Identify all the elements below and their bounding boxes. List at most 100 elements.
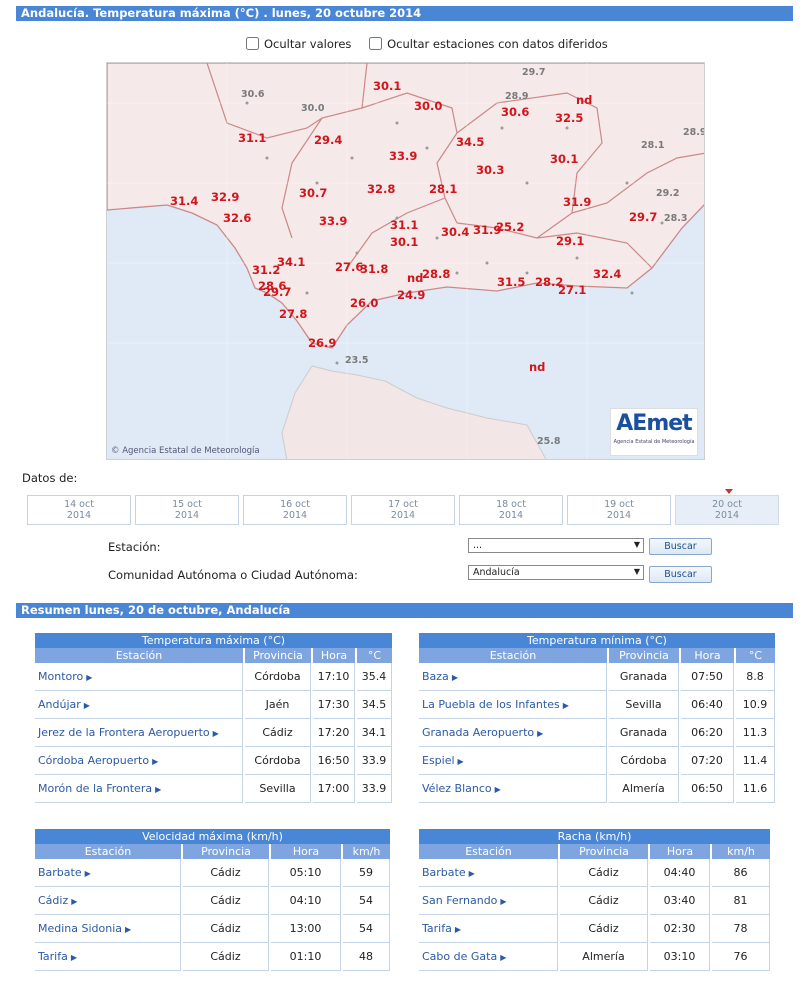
column-header[interactable]: Estación bbox=[35, 648, 243, 663]
station-link[interactable]: Vélez Blanco ▶ bbox=[419, 775, 607, 803]
station-link[interactable]: Barbate ▶ bbox=[419, 859, 558, 887]
map-value-label[interactable]: 25.8 bbox=[537, 436, 560, 447]
column-header[interactable]: Hora bbox=[650, 844, 710, 859]
station-link[interactable]: Espiel ▶ bbox=[419, 747, 607, 775]
map-value-label[interactable]: 29.7 bbox=[522, 67, 545, 78]
map-value-label[interactable]: 28.1 bbox=[641, 140, 664, 151]
hide-deferred-option[interactable]: Ocultar estaciones con datos diferidos bbox=[369, 37, 608, 51]
station-link[interactable]: Baza ▶ bbox=[419, 663, 607, 691]
station-name[interactable]: Cádiz bbox=[38, 894, 68, 907]
map-value-label[interactable]: 32.8 bbox=[367, 182, 395, 196]
date-tab[interactable]: 19 oct 2014 bbox=[567, 495, 671, 525]
station-link[interactable]: Barbate ▶ bbox=[35, 859, 181, 887]
column-header[interactable]: Hora bbox=[271, 844, 341, 859]
map-value-label[interactable]: 29.4 bbox=[314, 133, 342, 147]
station-name[interactable]: Baza bbox=[422, 670, 449, 683]
map-value-label[interactable]: 30.0 bbox=[301, 103, 324, 114]
station-name[interactable]: Barbate bbox=[422, 866, 466, 879]
map-value-label[interactable]: nd bbox=[576, 93, 592, 107]
station-name[interactable]: La Puebla de los Infantes bbox=[422, 698, 560, 711]
column-header[interactable]: Estación bbox=[35, 844, 181, 859]
map-value-label[interactable]: 34.5 bbox=[456, 135, 484, 149]
station-link[interactable]: Tarifa ▶ bbox=[419, 915, 558, 943]
station-select[interactable]: ... ▼ bbox=[468, 538, 644, 553]
map-value-label[interactable]: 31.4 bbox=[170, 194, 198, 208]
map-value-label[interactable]: 31.5 bbox=[497, 275, 525, 289]
column-header[interactable]: °C bbox=[357, 648, 392, 663]
map-value-label[interactable]: 34.1 bbox=[277, 255, 305, 269]
map-value-label[interactable]: nd bbox=[407, 271, 423, 285]
station-link[interactable]: Montoro ▶ bbox=[35, 663, 243, 691]
station-name[interactable]: Córdoba Aeropuerto bbox=[38, 754, 149, 767]
column-header[interactable]: Provincia bbox=[609, 648, 679, 663]
station-link[interactable]: La Puebla de los Infantes ▶ bbox=[419, 691, 607, 719]
hide-values-option[interactable]: Ocultar valores bbox=[246, 37, 351, 51]
hide-values-checkbox[interactable] bbox=[246, 37, 259, 50]
column-header[interactable]: Provincia bbox=[183, 844, 269, 859]
map-value-label[interactable]: 30.1 bbox=[390, 235, 418, 249]
station-link[interactable]: Cádiz ▶ bbox=[35, 887, 181, 915]
map-value-label[interactable]: 23.5 bbox=[345, 355, 368, 366]
map-value-label[interactable]: 32.9 bbox=[211, 190, 239, 204]
station-name[interactable]: Barbate bbox=[38, 866, 82, 879]
column-header[interactable]: km/h bbox=[343, 844, 390, 859]
map-value-label[interactable]: 26.0 bbox=[350, 296, 378, 310]
map-value-label[interactable]: 33.9 bbox=[389, 149, 417, 163]
date-tab[interactable]: 18 oct 2014 bbox=[459, 495, 563, 525]
station-name[interactable]: San Fernando bbox=[422, 894, 497, 907]
map-value-label[interactable]: 30.4 bbox=[441, 225, 469, 239]
hide-deferred-checkbox[interactable] bbox=[369, 37, 383, 50]
map-value-label[interactable]: 32.4 bbox=[593, 267, 621, 281]
station-name[interactable]: Cabo de Gata bbox=[422, 950, 497, 963]
column-header[interactable]: km/h bbox=[712, 844, 770, 859]
map-value-label[interactable]: 28.3 bbox=[664, 213, 687, 224]
map-value-label[interactable]: 27.8 bbox=[279, 307, 307, 321]
map-value-label[interactable]: 24.9 bbox=[397, 288, 425, 302]
column-header[interactable]: Hora bbox=[681, 648, 734, 663]
map-value-label[interactable]: 28.8 bbox=[422, 267, 450, 281]
station-name[interactable]: Medina Sidonia bbox=[38, 922, 122, 935]
map-value-label[interactable]: 30.6 bbox=[241, 89, 264, 100]
map-value-label[interactable]: 26.9 bbox=[308, 336, 336, 350]
column-header[interactable]: °C bbox=[736, 648, 775, 663]
map-value-label[interactable]: 30.7 bbox=[299, 186, 327, 200]
date-tab[interactable]: 20 oct 2014 bbox=[675, 489, 779, 525]
station-name[interactable]: Vélez Blanco bbox=[422, 782, 492, 795]
map-value-label[interactable]: 29.7 bbox=[263, 285, 291, 299]
map-value-label[interactable]: 30.3 bbox=[476, 163, 504, 177]
map-value-label[interactable]: 31.8 bbox=[360, 262, 388, 276]
station-name[interactable]: Granada Aeropuerto bbox=[422, 726, 534, 739]
date-tab[interactable]: 16 oct 2014 bbox=[243, 495, 347, 525]
station-link[interactable]: San Fernando ▶ bbox=[419, 887, 558, 915]
column-header[interactable]: Estación bbox=[419, 648, 607, 663]
map-value-label[interactable]: 29.2 bbox=[656, 188, 679, 199]
station-link[interactable]: Córdoba Aeropuerto ▶ bbox=[35, 747, 243, 775]
map-value-label[interactable]: 28.9 bbox=[505, 91, 528, 102]
station-name[interactable]: Montoro bbox=[38, 670, 83, 683]
map-value-label[interactable]: 30.6 bbox=[501, 105, 529, 119]
map-value-label[interactable]: 31.2 bbox=[252, 263, 280, 277]
map-value-label[interactable]: 29.7 bbox=[629, 210, 657, 224]
map-value-label[interactable]: 32.6 bbox=[223, 211, 251, 225]
station-name[interactable]: Andújar bbox=[38, 698, 81, 711]
column-header[interactable]: Provincia bbox=[245, 648, 311, 663]
map-value-label[interactable]: 33.9 bbox=[319, 214, 347, 228]
map-value-label[interactable]: 30.1 bbox=[373, 79, 401, 93]
map-value-label[interactable]: 28.9 bbox=[683, 127, 704, 138]
map-value-label[interactable]: 25.2 bbox=[496, 220, 524, 234]
station-name[interactable]: Tarifa bbox=[38, 950, 68, 963]
date-tab[interactable]: 14 oct 2014 bbox=[27, 495, 131, 525]
column-header[interactable]: Provincia bbox=[560, 844, 648, 859]
station-name[interactable]: Espiel bbox=[422, 754, 455, 767]
station-link[interactable]: Jerez de la Frontera Aeropuerto ▶ bbox=[35, 719, 243, 747]
map-value-label[interactable]: 31.1 bbox=[238, 131, 266, 145]
column-header[interactable]: Hora bbox=[313, 648, 355, 663]
region-select[interactable]: Andalucía ▼ bbox=[468, 565, 644, 580]
station-name[interactable]: Jerez de la Frontera Aeropuerto bbox=[38, 726, 210, 739]
map-value-label[interactable]: 28.1 bbox=[429, 182, 457, 196]
station-link[interactable]: Granada Aeropuerto ▶ bbox=[419, 719, 607, 747]
station-name[interactable]: Morón de la Frontera bbox=[38, 782, 152, 795]
map-value-label[interactable]: 30.0 bbox=[414, 99, 442, 113]
column-header[interactable]: Estación bbox=[419, 844, 558, 859]
map-value-label[interactable]: 31.9 bbox=[563, 195, 591, 209]
